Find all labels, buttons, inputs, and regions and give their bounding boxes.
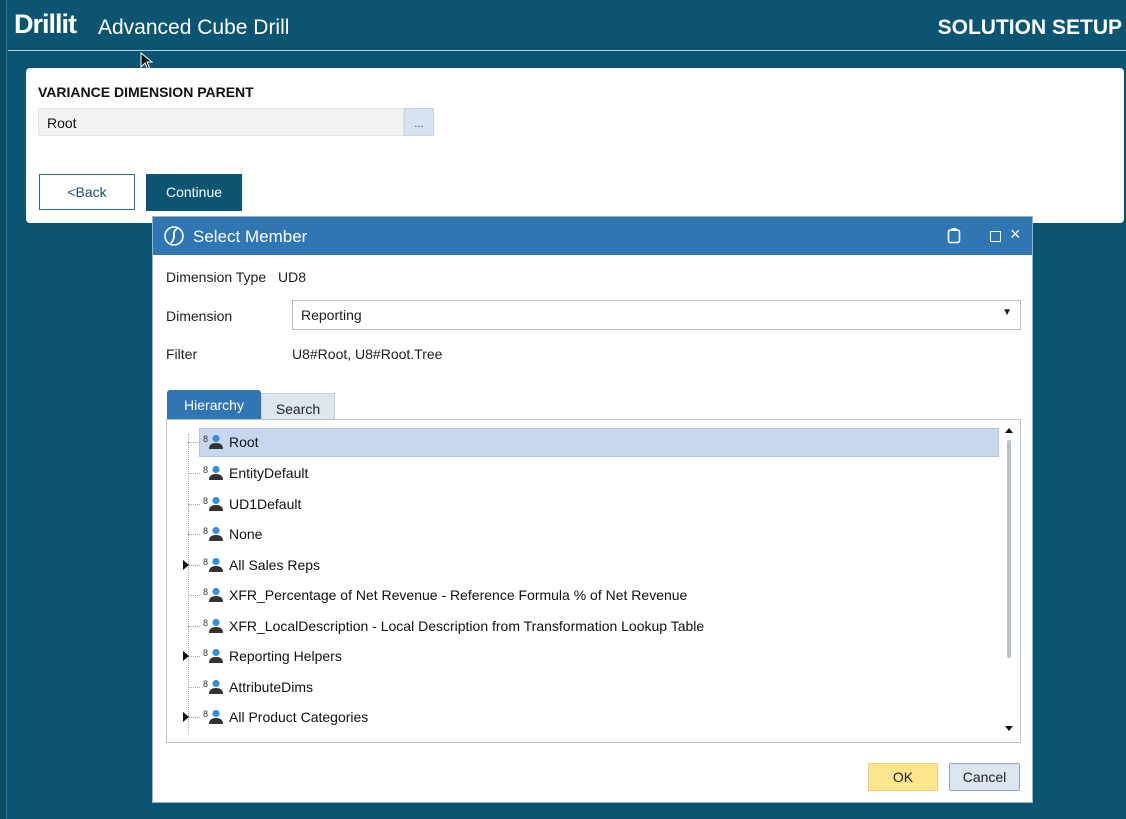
tree-row-label: XFR_Percentage of Net Revenue - Referenc… bbox=[229, 587, 688, 603]
member-icon: 8 bbox=[203, 557, 223, 572]
clipboard-icon[interactable] bbox=[947, 227, 961, 244]
tree-row-label: None bbox=[229, 526, 263, 542]
select-member-dialog: Select Member × Dimension Type UD8 Dimen… bbox=[152, 216, 1033, 803]
tree-row-label: All Product Categories bbox=[229, 709, 369, 725]
member-icon: 8 bbox=[203, 679, 223, 694]
close-icon[interactable]: × bbox=[1010, 224, 1021, 245]
member-icon: 8 bbox=[203, 648, 223, 663]
tree-row-label: AttributeDims bbox=[229, 679, 314, 695]
tree-row-label: EntityDefault bbox=[229, 465, 309, 481]
tab-search[interactable]: Search bbox=[261, 393, 335, 420]
tree-row-ud1default[interactable]: 8 UD1Default bbox=[167, 490, 999, 520]
svg-text:8: 8 bbox=[203, 496, 208, 506]
svg-text:8: 8 bbox=[203, 434, 208, 444]
member-icon: 8 bbox=[203, 709, 223, 724]
dimension-select[interactable]: Reporting ▼ bbox=[292, 300, 1021, 330]
dimension-label: Dimension bbox=[166, 308, 233, 324]
tree-row-label: UD1Default bbox=[229, 496, 302, 512]
ok-button[interactable]: OK bbox=[868, 763, 938, 791]
tree-scrollbar[interactable] bbox=[999, 420, 1019, 742]
tree-row-xfr-percentage[interactable]: 8 XFR_Percentage of Net Revenue - Refere… bbox=[167, 581, 999, 611]
onestream-logo-icon bbox=[164, 226, 184, 246]
tree-row-label: All Sales Reps bbox=[229, 557, 321, 573]
app-header: Drillit Advanced Cube Drill SOLUTION SET… bbox=[8, 0, 1126, 50]
svg-text:8: 8 bbox=[203, 557, 208, 567]
drillit-logo: Drillit bbox=[14, 9, 77, 39]
tree-row-entitydefault[interactable]: 8 EntityDefault bbox=[167, 459, 999, 489]
tree-row-reporting-helpers[interactable]: 8 Reporting Helpers bbox=[167, 642, 999, 672]
setup-panel: VARIANCE DIMENSION PARENT Root ... <Back… bbox=[26, 68, 1124, 223]
maximize-icon[interactable] bbox=[990, 231, 1001, 242]
member-tree: 8 Root 8 EntityDefault 8 UD1Default 8 No… bbox=[166, 419, 1021, 743]
member-icon: 8 bbox=[203, 496, 223, 511]
expand-arrow-icon[interactable] bbox=[183, 560, 189, 570]
svg-text:8: 8 bbox=[203, 648, 208, 658]
member-icon: 8 bbox=[203, 587, 223, 602]
tree-row-xfr-localdescription[interactable]: 8 XFR_LocalDescription - Local Descripti… bbox=[167, 612, 999, 642]
svg-text:8: 8 bbox=[203, 709, 208, 719]
cancel-button[interactable]: Cancel bbox=[949, 763, 1020, 791]
expand-arrow-icon[interactable] bbox=[183, 651, 189, 661]
filter-label: Filter bbox=[166, 346, 198, 362]
tree-row-label: Reporting Helpers bbox=[229, 648, 342, 664]
tree-row-none[interactable]: 8 None bbox=[167, 520, 999, 550]
expand-arrow-icon[interactable] bbox=[183, 712, 189, 722]
dialog-titlebar[interactable]: Select Member × bbox=[153, 217, 1032, 255]
app-title: Advanced Cube Drill bbox=[98, 16, 290, 39]
variance-dimension-parent-input[interactable]: Root bbox=[38, 108, 404, 136]
tree-row-label: Root bbox=[229, 434, 259, 450]
svg-text:8: 8 bbox=[203, 618, 208, 628]
browse-button[interactable]: ... bbox=[404, 108, 434, 136]
filter-value: U8#Root, U8#Root.Tree bbox=[292, 346, 443, 362]
svg-text:8: 8 bbox=[203, 679, 208, 689]
dimension-type-value: UD8 bbox=[278, 269, 307, 285]
member-icon: 8 bbox=[203, 465, 223, 480]
scroll-up-icon[interactable] bbox=[1005, 428, 1013, 433]
continue-button[interactable]: Continue bbox=[146, 174, 242, 211]
tree-row-all-sales-reps[interactable]: 8 All Sales Reps bbox=[167, 551, 999, 581]
variance-dimension-parent-label: VARIANCE DIMENSION PARENT bbox=[38, 84, 254, 100]
chevron-down-icon: ▼ bbox=[1002, 307, 1012, 318]
tab-hierarchy[interactable]: Hierarchy bbox=[167, 390, 261, 420]
tree-row-label: XFR_LocalDescription - Local Description… bbox=[229, 618, 705, 634]
back-button[interactable]: <Back bbox=[39, 174, 135, 210]
svg-text:8: 8 bbox=[203, 587, 208, 597]
window-left-edge bbox=[0, 0, 7, 819]
tree-row-attributedims[interactable]: 8 AttributeDims bbox=[167, 673, 999, 703]
dialog-title: Select Member bbox=[193, 227, 308, 246]
section-title: SOLUTION SETUP bbox=[937, 16, 1122, 39]
svg-text:8: 8 bbox=[203, 465, 208, 475]
dimension-type-label: Dimension Type bbox=[166, 269, 267, 285]
tree-row-all-product-categories[interactable]: 8 All Product Categories bbox=[167, 703, 999, 733]
dimension-select-value: Reporting bbox=[301, 307, 362, 323]
svg-text:8: 8 bbox=[203, 526, 208, 536]
scroll-down-icon[interactable] bbox=[1005, 726, 1013, 731]
tree-row-root[interactable]: 8 Root bbox=[167, 428, 999, 458]
member-icon: 8 bbox=[203, 434, 223, 449]
header-divider bbox=[8, 50, 1126, 51]
scrollbar-thumb[interactable] bbox=[1007, 440, 1011, 658]
member-icon: 8 bbox=[203, 618, 223, 633]
member-icon: 8 bbox=[203, 526, 223, 541]
